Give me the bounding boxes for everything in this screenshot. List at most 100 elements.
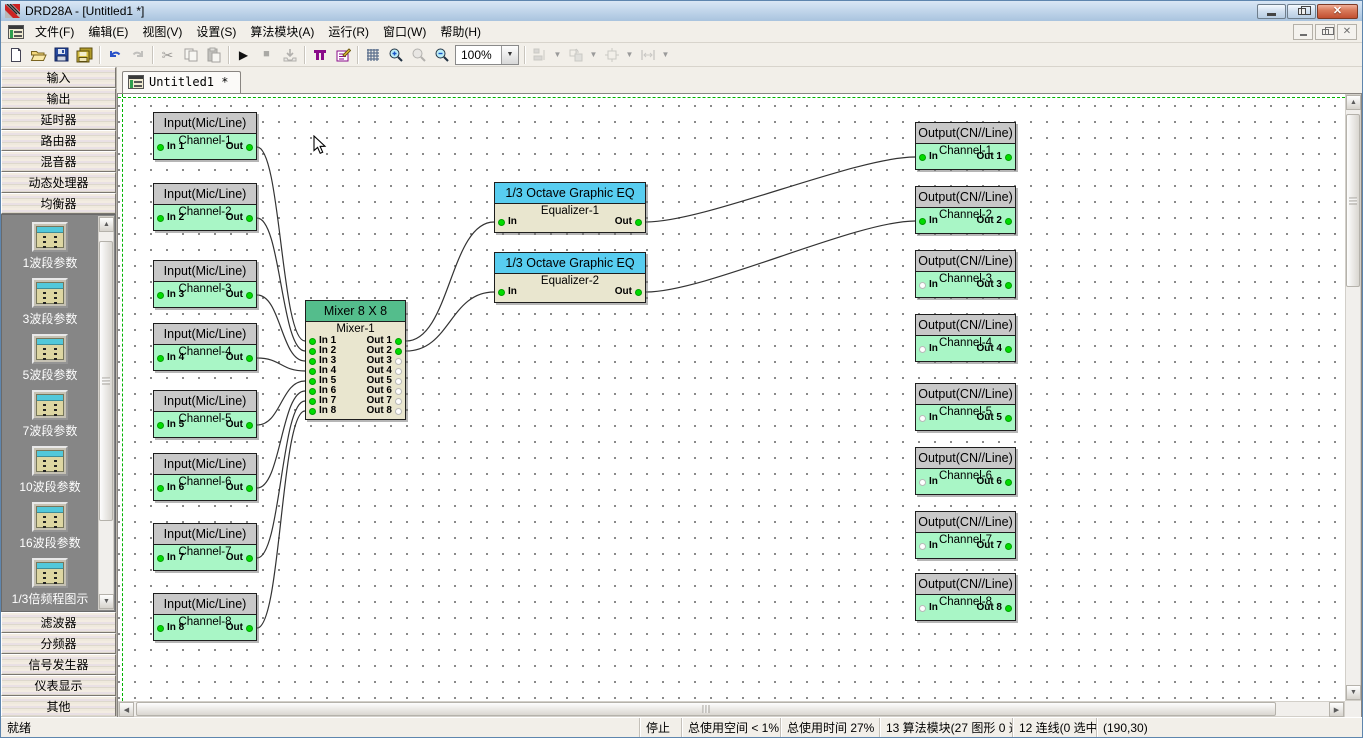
palette-scroll-down-icon[interactable]: ▼	[99, 594, 114, 609]
block-input-channel-6[interactable]: Input(Mic/Line)Channel-6In 6Out	[153, 453, 257, 501]
wire-tool-button[interactable]	[308, 44, 331, 66]
input-port-dot[interactable]	[157, 485, 164, 492]
palette-scrollbar[interactable]: ▲ ▼	[98, 216, 114, 610]
output-port-dot[interactable]	[1005, 282, 1012, 289]
menu-modules[interactable]: 算法模块(A)	[243, 20, 321, 43]
close-button[interactable]: ✕	[1317, 4, 1358, 19]
output-port-dot[interactable]	[395, 388, 402, 395]
open-file-button[interactable]	[27, 44, 50, 66]
align-tool-button[interactable]	[528, 44, 551, 66]
palette-scroll-up-icon[interactable]: ▲	[99, 217, 114, 232]
connection-wire[interactable]	[257, 381, 305, 425]
input-port-dot[interactable]	[919, 154, 926, 161]
block-input-channel-5[interactable]: Input(Mic/Line)Channel-5In 5Out	[153, 390, 257, 438]
block-output-channel-4[interactable]: Output(CN//Line)Channel-4InOut 4	[915, 314, 1016, 362]
canvas-vertical-scrollbar[interactable]: ▲ ▼	[1345, 94, 1361, 701]
input-port-dot[interactable]	[157, 355, 164, 362]
connection-wire[interactable]	[257, 147, 305, 341]
center-tool-dropdown-caret-icon[interactable]: ▼	[623, 44, 636, 66]
sidebar-group-filter[interactable]: 滤波器	[1, 612, 116, 633]
palette-item-1波段参数[interactable]: 1波段参数	[2, 215, 98, 271]
scroll-down-icon[interactable]: ▼	[1346, 685, 1361, 700]
output-port-dot[interactable]	[1005, 218, 1012, 225]
scroll-right-icon[interactable]: ▶	[1329, 702, 1344, 717]
input-port-dot[interactable]	[919, 543, 926, 550]
block-input-channel-2[interactable]: Input(Mic/Line)Channel-2In 2Out	[153, 183, 257, 231]
input-port-dot[interactable]	[919, 605, 926, 612]
space-tool-button[interactable]	[636, 44, 659, 66]
input-port-dot[interactable]	[919, 282, 926, 289]
palette-scroll-thumb[interactable]	[99, 241, 113, 521]
menu-edit[interactable]: 编辑(E)	[81, 20, 135, 43]
block-output-channel-8[interactable]: Output(CN//Line)Channel-8InOut 8	[915, 573, 1016, 621]
palette-item-7波段参数[interactable]: 7波段参数	[2, 383, 98, 439]
output-port-dot[interactable]	[1005, 415, 1012, 422]
output-port-dot[interactable]	[1005, 154, 1012, 161]
sidebar-group-input[interactable]: 输入	[1, 67, 116, 88]
run-button[interactable]: ▶	[232, 44, 255, 66]
menu-settings[interactable]: 设置(S)	[189, 20, 243, 43]
save-all-button[interactable]	[73, 44, 96, 66]
center-tool-button[interactable]	[600, 44, 623, 66]
output-port-dot[interactable]	[395, 338, 402, 345]
input-port-dot[interactable]	[919, 479, 926, 486]
scroll-up-icon[interactable]: ▲	[1346, 95, 1361, 110]
output-port-dot[interactable]	[395, 348, 402, 355]
vertical-scroll-thumb[interactable]	[1346, 114, 1360, 287]
input-port-dot[interactable]	[919, 218, 926, 225]
sidebar-group-mixer[interactable]: 混音器	[1, 151, 116, 172]
block-output-channel-1[interactable]: Output(CN//Line)Channel-1InOut 1	[915, 122, 1016, 170]
align-tool-dropdown-caret-icon[interactable]: ▼	[551, 44, 564, 66]
grid-toggle-button[interactable]	[361, 44, 384, 66]
sidebar-group-siggen[interactable]: 信号发生器	[1, 654, 116, 675]
output-port-dot[interactable]	[395, 358, 402, 365]
input-port-dot[interactable]	[309, 388, 316, 395]
input-port-dot[interactable]	[919, 346, 926, 353]
output-port-dot[interactable]	[395, 368, 402, 375]
sidebar-group-other[interactable]: 其他	[1, 696, 116, 717]
block-input-channel-7[interactable]: Input(Mic/Line)Channel-7In 7Out	[153, 523, 257, 571]
paste-button[interactable]	[202, 44, 225, 66]
block-output-channel-7[interactable]: Output(CN//Line)Channel-7InOut 7	[915, 511, 1016, 559]
connection-wire[interactable]	[257, 218, 305, 351]
input-port-dot[interactable]	[157, 292, 164, 299]
connection-wire[interactable]	[257, 295, 305, 361]
redo-button[interactable]	[126, 44, 149, 66]
title-bar[interactable]: DRD28A - [Untitled1 *] ✕	[1, 1, 1362, 21]
copy-button[interactable]	[179, 44, 202, 66]
output-port-dot[interactable]	[246, 555, 253, 562]
palette-item-partial-7[interactable]	[2, 607, 98, 612]
output-port-dot[interactable]	[246, 485, 253, 492]
connection-wire[interactable]	[257, 411, 305, 628]
input-port-dot[interactable]	[157, 625, 164, 632]
connection-wire[interactable]	[257, 358, 305, 371]
menu-file[interactable]: 文件(F)	[28, 20, 81, 43]
child-restore-button[interactable]	[1315, 24, 1335, 40]
palette-item-16波段参数[interactable]: 16波段参数	[2, 495, 98, 551]
size-tool-dropdown-caret-icon[interactable]: ▼	[587, 44, 600, 66]
block-output-channel-6[interactable]: Output(CN//Line)Channel-6InOut 6	[915, 447, 1016, 495]
connection-wire[interactable]	[406, 222, 494, 341]
canvas-horizontal-scrollbar[interactable]: ◀ ▶	[118, 701, 1345, 717]
palette-item-10波段参数[interactable]: 10波段参数	[2, 439, 98, 495]
signal-flow-canvas[interactable]: Input(Mic/Line)Channel-1In 1Out Input(Mic…	[118, 94, 1345, 701]
block-input-channel-4[interactable]: Input(Mic/Line)Channel-4In 4Out	[153, 323, 257, 371]
menu-run[interactable]: 运行(R)	[321, 20, 376, 43]
output-port-dot[interactable]	[246, 422, 253, 429]
input-port-dot[interactable]	[498, 289, 505, 296]
scroll-left-icon[interactable]: ◀	[119, 702, 134, 717]
zoom-reset-button[interactable]	[407, 44, 430, 66]
download-button[interactable]	[278, 44, 301, 66]
output-port-dot[interactable]	[246, 144, 253, 151]
block-output-channel-2[interactable]: Output(CN//Line)Channel-2InOut 2	[915, 186, 1016, 234]
undo-button[interactable]	[103, 44, 126, 66]
combobox-arrow-icon[interactable]: ▼	[501, 46, 518, 64]
block-input-channel-1[interactable]: Input(Mic/Line)Channel-1In 1Out	[153, 112, 257, 160]
connection-wire[interactable]	[646, 221, 915, 292]
sidebar-group-delay[interactable]: 延时器	[1, 109, 116, 130]
horizontal-scroll-thumb[interactable]	[136, 702, 1276, 716]
input-port-dot[interactable]	[157, 555, 164, 562]
input-port-dot[interactable]	[309, 408, 316, 415]
output-port-dot[interactable]	[395, 398, 402, 405]
block-output-channel-3[interactable]: Output(CN//Line)Channel-3InOut 3	[915, 250, 1016, 298]
